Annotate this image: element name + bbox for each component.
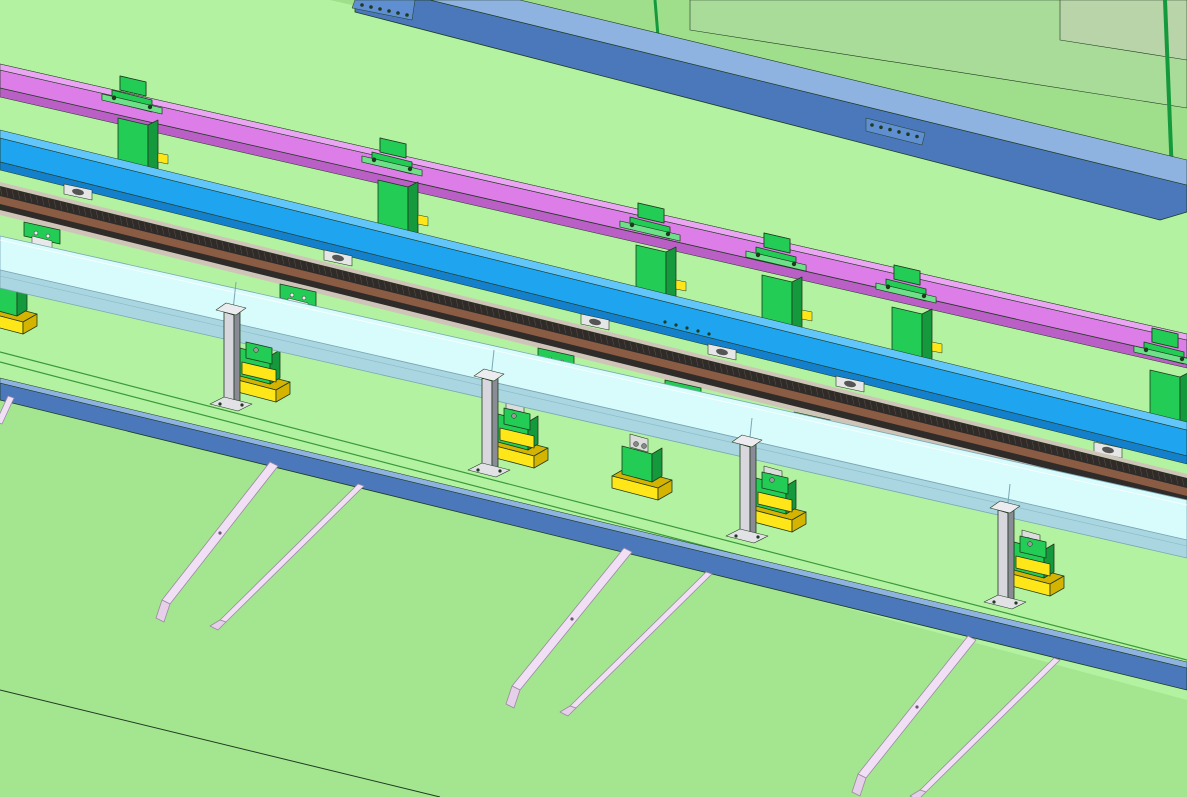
pad-green-side: [651, 447, 663, 483]
post-side: [749, 442, 757, 540]
cad-viewport[interactable]: [0, 0, 1187, 797]
clamp-bolt: [885, 284, 891, 290]
hole: [405, 13, 409, 17]
clamp-bolt: [147, 104, 153, 110]
post-base-bolt: [498, 469, 502, 473]
bracket-hole: [570, 617, 574, 621]
front-block-bolt: [1027, 541, 1033, 547]
stand-yellow-tab: [675, 279, 687, 292]
post-front: [739, 443, 751, 540]
stand-yellow-tab: [801, 309, 813, 322]
bracket-hole: [218, 531, 222, 535]
clip-bolt: [33, 230, 39, 236]
post-front: [997, 509, 1009, 606]
blue-rail-hole: [707, 332, 711, 336]
post-base-bolt: [240, 403, 244, 407]
hole: [396, 11, 400, 15]
hole: [870, 123, 874, 127]
hole: [360, 3, 364, 7]
hole: [915, 134, 919, 139]
stand-yellow-tab: [157, 152, 169, 165]
blue-rail-hole: [674, 323, 678, 327]
blue-rail-hole: [663, 320, 667, 324]
clip-bolt: [289, 292, 295, 298]
clamp-bolt: [755, 252, 761, 258]
clamp-bolt: [629, 222, 635, 228]
post-front: [223, 311, 235, 408]
hole: [879, 125, 883, 130]
hole: [378, 7, 382, 11]
post-base-bolt: [734, 534, 738, 538]
clamp-bolt: [371, 157, 377, 163]
post-base-bolt: [992, 600, 996, 604]
clamp-bolt: [921, 293, 927, 299]
post-front: [481, 377, 493, 474]
hole: [888, 127, 892, 132]
post-side: [491, 376, 499, 474]
clamp-bolt: [111, 95, 117, 101]
stand-yellow-tab: [931, 341, 943, 354]
post-base-bolt: [756, 535, 760, 539]
hole: [906, 132, 910, 136]
clamp-bolt: [791, 261, 797, 267]
clamp-bolt: [1179, 356, 1185, 362]
post-side: [1007, 508, 1015, 606]
front-block-bolt: [769, 477, 775, 483]
pad-bolt: [641, 443, 647, 449]
post-base-bolt: [1014, 601, 1018, 605]
clamp-bolt: [407, 166, 413, 172]
hole: [387, 9, 391, 13]
clamp-bolt: [1143, 347, 1149, 353]
front-block-bolt: [511, 413, 517, 419]
clip-bolt: [45, 233, 51, 239]
post-side: [233, 310, 241, 408]
blue-rail-hole: [696, 329, 700, 333]
hole: [369, 5, 373, 9]
front-block-bolt: [253, 347, 259, 353]
stand-yellow-tab: [417, 214, 429, 227]
post-base-bolt: [476, 468, 480, 472]
hole: [897, 130, 901, 134]
bracket-hole: [915, 705, 919, 709]
post-base-bolt: [218, 402, 222, 406]
pad-bolt: [633, 441, 639, 447]
blue-rail-hole: [685, 326, 689, 330]
clamp-bolt: [665, 231, 671, 237]
cad-scene: [0, 0, 1187, 797]
clip-bolt: [301, 295, 307, 301]
